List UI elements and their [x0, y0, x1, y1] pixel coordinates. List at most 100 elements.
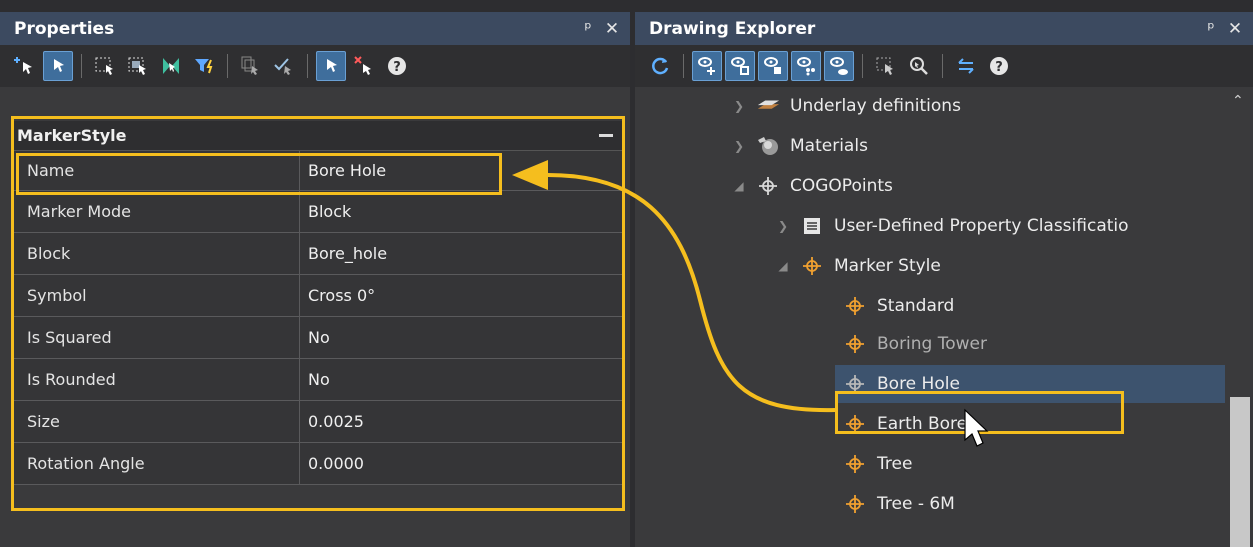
tree-item-standard[interactable]: Standard — [843, 287, 954, 325]
explorer-titlebar: Drawing Explorer ᵖ ✕ — [635, 12, 1253, 45]
property-row-name[interactable]: Name Bore Hole — [11, 151, 623, 191]
add-to-selection-icon[interactable] — [10, 51, 40, 81]
tree-item-cogopoints[interactable]: ◢ COGOPoints — [732, 167, 893, 205]
crosshair-icon — [843, 332, 867, 356]
property-row-block[interactable]: Block Bore_hole — [11, 233, 623, 275]
crosshair-icon — [843, 452, 867, 476]
property-value[interactable]: No — [300, 317, 623, 358]
crosshair-icon — [843, 372, 867, 396]
property-name: Is Squared — [11, 317, 300, 358]
collapse-arrow-icon[interactable]: ◢ — [732, 179, 746, 193]
property-value[interactable]: No — [300, 359, 623, 400]
tree-item-marker-style[interactable]: ◢ Marker Style — [776, 247, 941, 285]
category-name: MarkerStyle — [17, 126, 127, 145]
crossing-select-icon[interactable] — [123, 51, 153, 81]
toolbar-separator — [683, 54, 684, 78]
collapse-arrow-icon[interactable]: ◢ — [776, 259, 790, 273]
tree-item-label: Marker Style — [834, 256, 941, 276]
property-value[interactable]: Cross 0° — [300, 275, 623, 316]
tree-item-boring-tower[interactable]: Boring Tower — [843, 325, 987, 363]
expand-arrow-icon[interactable]: ❯ — [732, 99, 746, 113]
property-row-is-rounded[interactable]: Is Rounded No — [11, 359, 623, 401]
zoom-icon[interactable] — [904, 51, 934, 81]
tree-item-tree[interactable]: Tree — [843, 445, 912, 483]
tree-item-underlay-definitions[interactable]: ❯ Underlay definitions — [732, 87, 961, 125]
toolbar-separator — [81, 54, 82, 78]
expand-arrow-icon[interactable]: ❯ — [776, 219, 790, 233]
property-name: Size — [11, 401, 300, 442]
property-row-rotation-angle[interactable]: Rotation Angle 0.0000 — [11, 443, 623, 485]
property-row-is-squared[interactable]: Is Squared No — [11, 317, 623, 359]
toolbar-separator — [862, 54, 863, 78]
property-row-size[interactable]: Size 0.0025 — [11, 401, 623, 443]
pin-icon[interactable]: ᵖ — [576, 19, 600, 39]
view-detail-icon[interactable] — [725, 51, 755, 81]
expand-arrow-icon[interactable]: ❯ — [732, 139, 746, 153]
swap-icon[interactable] — [951, 51, 981, 81]
select-objects-icon[interactable] — [43, 51, 73, 81]
tree-item-tree-6m[interactable]: Tree - 6M — [843, 485, 955, 523]
close-icon[interactable]: ✕ — [1223, 19, 1247, 39]
property-name: Block — [11, 233, 300, 274]
properties-toolbar: ? — [0, 45, 630, 87]
close-icon[interactable]: ✕ — [600, 19, 624, 39]
tree-scrollbar[interactable]: ⌃ — [1227, 87, 1253, 547]
tree-item-label: Standard — [877, 296, 955, 316]
property-row-symbol[interactable]: Symbol Cross 0° — [11, 275, 623, 317]
tree-item-label: User-Defined Property Classificatio — [834, 216, 1129, 236]
tree-item-materials[interactable]: ❯ Materials — [732, 127, 868, 165]
properties-panel: Properties ᵖ ✕ ? MarkerStyle Name Bore H… — [0, 12, 630, 547]
select-in-drawing-icon[interactable] — [871, 51, 901, 81]
filter-icon[interactable] — [189, 51, 219, 81]
tree-item-label: Tree - 6M — [877, 494, 955, 514]
tree-item-label: Materials — [790, 136, 868, 156]
tree-item-label: Underlay definitions — [790, 96, 961, 116]
svg-text:?: ? — [393, 60, 401, 75]
select-similar-icon[interactable] — [236, 51, 266, 81]
pickadd-icon[interactable] — [316, 51, 346, 81]
svg-text:?: ? — [995, 60, 1003, 75]
tree-item-label: Earth Bore — [877, 414, 968, 434]
view-grid-icon[interactable] — [791, 51, 821, 81]
property-name: Is Rounded — [11, 359, 300, 400]
tree-item-label: Boring Tower — [877, 334, 987, 354]
deselect-icon[interactable] — [349, 51, 379, 81]
pin-icon[interactable]: ᵖ — [1199, 19, 1223, 39]
property-value[interactable]: Block — [300, 191, 623, 232]
properties-title: Properties — [14, 18, 115, 39]
property-value[interactable]: 0.0025 — [300, 401, 623, 442]
materials-icon — [756, 134, 780, 158]
property-value[interactable]: Bore Hole — [300, 151, 623, 190]
tree-item-label: COGOPoints — [790, 176, 893, 196]
property-grid: MarkerStyle Name Bore Hole Marker Mode B… — [11, 121, 623, 485]
view-icon[interactable] — [758, 51, 788, 81]
explorer-title: Drawing Explorer — [649, 18, 816, 39]
toolbar-separator — [227, 54, 228, 78]
property-name: Rotation Angle — [11, 443, 300, 484]
property-name: Symbol — [11, 275, 300, 316]
scroll-thumb[interactable] — [1230, 397, 1250, 547]
refresh-icon[interactable] — [645, 51, 675, 81]
category-header[interactable]: MarkerStyle — [11, 121, 623, 151]
toolbar-separator — [942, 54, 943, 78]
check-select-icon[interactable] — [269, 51, 299, 81]
property-value[interactable]: 0.0000 — [300, 443, 623, 484]
list-icon — [800, 214, 824, 238]
crosshair-icon — [843, 294, 867, 318]
scroll-up-icon[interactable]: ⌃ — [1232, 93, 1244, 109]
window-select-icon[interactable] — [90, 51, 120, 81]
property-value[interactable]: Bore_hole — [300, 233, 623, 274]
crosshair-icon — [843, 412, 867, 436]
tree-item-bore-hole[interactable]: Bore Hole — [835, 365, 1225, 403]
property-row-marker-mode[interactable]: Marker Mode Block — [11, 191, 623, 233]
tree-item-user-defined-property-classification[interactable]: ❯ User-Defined Property Classificatio — [776, 207, 1129, 245]
collapse-icon[interactable] — [599, 134, 613, 137]
help-icon[interactable]: ? — [984, 51, 1014, 81]
explorer-tree: ❯ Underlay definitions ❯ Materials ◢ COG… — [635, 87, 1225, 547]
view-list-icon[interactable] — [824, 51, 854, 81]
quick-select-icon[interactable] — [156, 51, 186, 81]
explorer-toolbar: ? — [635, 45, 1253, 87]
help-icon[interactable]: ? — [382, 51, 412, 81]
new-icon[interactable] — [692, 51, 722, 81]
tree-item-earth-bore[interactable]: Earth Bore — [843, 405, 967, 443]
